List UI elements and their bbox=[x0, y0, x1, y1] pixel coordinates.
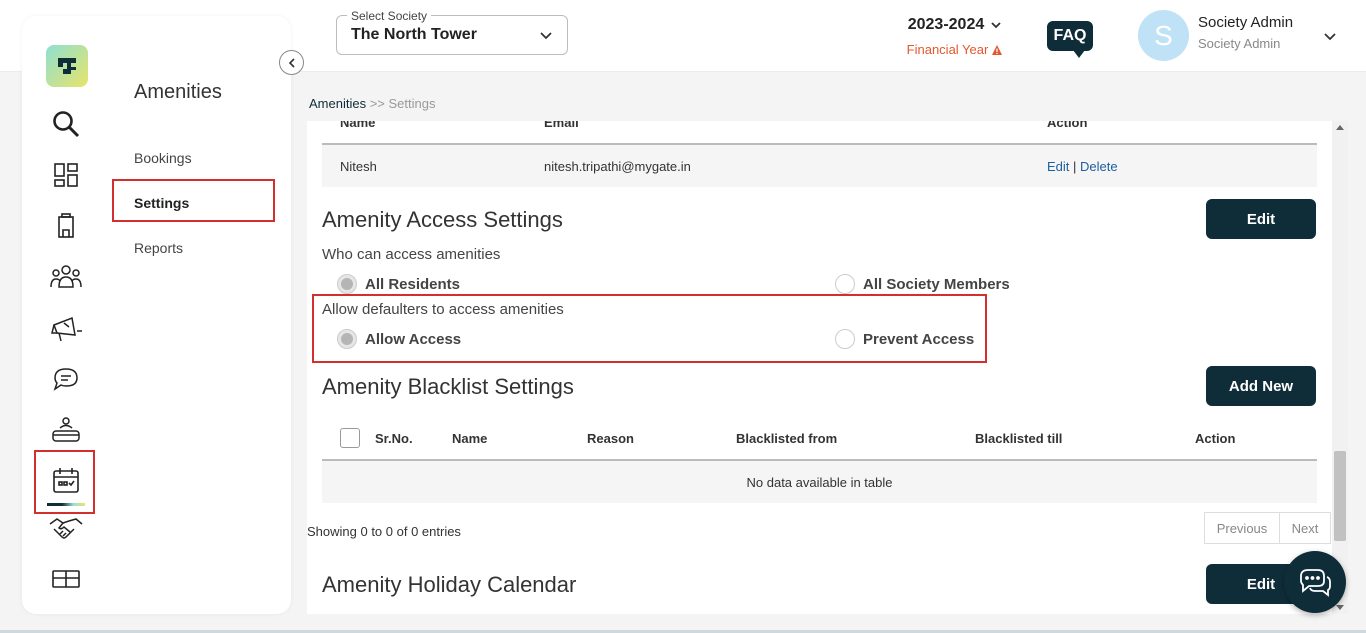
table-header-email: Email bbox=[544, 121, 579, 130]
empty-table-message: No data available in table bbox=[746, 475, 893, 490]
table-header-name: Name bbox=[340, 121, 376, 130]
gift-icon[interactable] bbox=[47, 560, 85, 598]
table-header-reason[interactable]: Reason bbox=[587, 431, 634, 446]
scroll-down-icon[interactable] bbox=[1336, 605, 1344, 610]
menu-item-bookings[interactable]: Bookings bbox=[134, 150, 192, 166]
add-new-button[interactable]: Add New bbox=[1206, 366, 1316, 406]
active-rail-highlight bbox=[34, 450, 95, 514]
radio-all-residents[interactable] bbox=[337, 274, 357, 294]
chat-icon[interactable] bbox=[47, 360, 85, 398]
table-header-action: Action bbox=[1195, 431, 1236, 446]
settings-highlight bbox=[112, 179, 275, 222]
search-icon[interactable] bbox=[47, 105, 85, 143]
radio-all-society-members[interactable] bbox=[835, 274, 855, 294]
table-header-srno[interactable]: Sr.No. bbox=[375, 431, 413, 446]
chat-support-button[interactable] bbox=[1284, 551, 1346, 613]
society-select-value: The North Tower bbox=[351, 26, 477, 43]
chevron-down-icon bbox=[991, 22, 1001, 29]
logo-icon bbox=[58, 58, 76, 74]
table-row bbox=[322, 145, 1317, 187]
dashboard-icon[interactable] bbox=[47, 156, 85, 194]
financial-year-label: Financial Year bbox=[906, 42, 989, 57]
all-society-members-label: All Society Members bbox=[863, 276, 1010, 293]
who-can-access-label: Who can access amenities bbox=[322, 246, 501, 263]
access-settings-title: Amenity Access Settings bbox=[322, 207, 563, 232]
settings-panel: Name Email Action Nitesh nitesh.tripathi… bbox=[307, 121, 1332, 614]
user-menu[interactable]: Society Admin Society Admin bbox=[1198, 14, 1293, 51]
access-edit-button[interactable]: Edit bbox=[1206, 199, 1316, 239]
breadcrumb-current: Settings bbox=[388, 96, 436, 111]
table-info: Showing 0 to 0 of 0 entries bbox=[307, 524, 461, 539]
scrollbar-thumb[interactable] bbox=[1334, 451, 1346, 541]
chevron-left-icon bbox=[288, 57, 295, 68]
user-role: Society Admin bbox=[1198, 36, 1281, 51]
action-separator: | bbox=[1069, 159, 1081, 174]
breadcrumb-amenities[interactable]: Amenities bbox=[309, 96, 366, 111]
financial-year-value: 2023-2024 bbox=[907, 16, 985, 33]
chat-bubbles-icon bbox=[1300, 569, 1331, 597]
society-select-label: Select Society bbox=[347, 9, 432, 23]
scroll-up-icon[interactable] bbox=[1336, 125, 1344, 130]
user-name: Society Admin bbox=[1198, 14, 1294, 31]
table-header-action: Action bbox=[1047, 121, 1088, 130]
manager-email: nitesh.tripathi@mygate.in bbox=[544, 159, 691, 174]
scrollbar[interactable] bbox=[1332, 121, 1348, 614]
manager-name: Nitesh bbox=[340, 159, 377, 174]
faq-button[interactable]: FAQ bbox=[1047, 21, 1093, 58]
next-page-button[interactable]: Next bbox=[1279, 512, 1331, 544]
defaulters-highlight bbox=[312, 294, 987, 363]
notice-icon[interactable] bbox=[47, 309, 85, 347]
table-header-blacklisted-from[interactable]: Blacklisted from bbox=[736, 431, 837, 446]
all-residents-label: All Residents bbox=[365, 276, 461, 293]
breadcrumb: Amenities >> Settings bbox=[309, 96, 435, 111]
delete-manager-link[interactable]: Delete bbox=[1080, 159, 1118, 174]
menu-title: Amenities bbox=[134, 81, 222, 103]
helpdesk-icon[interactable] bbox=[47, 411, 85, 449]
chevron-down-icon[interactable] bbox=[1322, 28, 1338, 44]
previous-page-button[interactable]: Previous bbox=[1204, 512, 1280, 544]
breadcrumb-separator: >> bbox=[366, 96, 389, 111]
financial-year-selector[interactable]: 2023-2024 Financial Year bbox=[900, 16, 1010, 57]
collapse-sidebar-button[interactable] bbox=[279, 50, 304, 75]
community-icon[interactable] bbox=[47, 258, 85, 296]
edit-manager-link[interactable]: Edit bbox=[1047, 159, 1069, 174]
table-header-name[interactable]: Name bbox=[452, 431, 487, 446]
handshake-icon[interactable] bbox=[47, 510, 85, 548]
app-logo[interactable] bbox=[46, 45, 88, 87]
building-icon[interactable] bbox=[47, 207, 85, 245]
avatar[interactable]: S bbox=[1138, 10, 1189, 61]
blacklist-title: Amenity Blacklist Settings bbox=[322, 374, 574, 399]
select-all-checkbox[interactable] bbox=[340, 428, 360, 448]
chevron-down-icon bbox=[540, 32, 552, 40]
warning-icon bbox=[992, 44, 1003, 55]
society-select[interactable]: Select Society The North Tower bbox=[336, 9, 568, 55]
holiday-calendar-title: Amenity Holiday Calendar bbox=[322, 572, 577, 597]
table-header-blacklisted-till[interactable]: Blacklisted till bbox=[975, 431, 1062, 446]
menu-item-reports[interactable]: Reports bbox=[134, 240, 183, 256]
